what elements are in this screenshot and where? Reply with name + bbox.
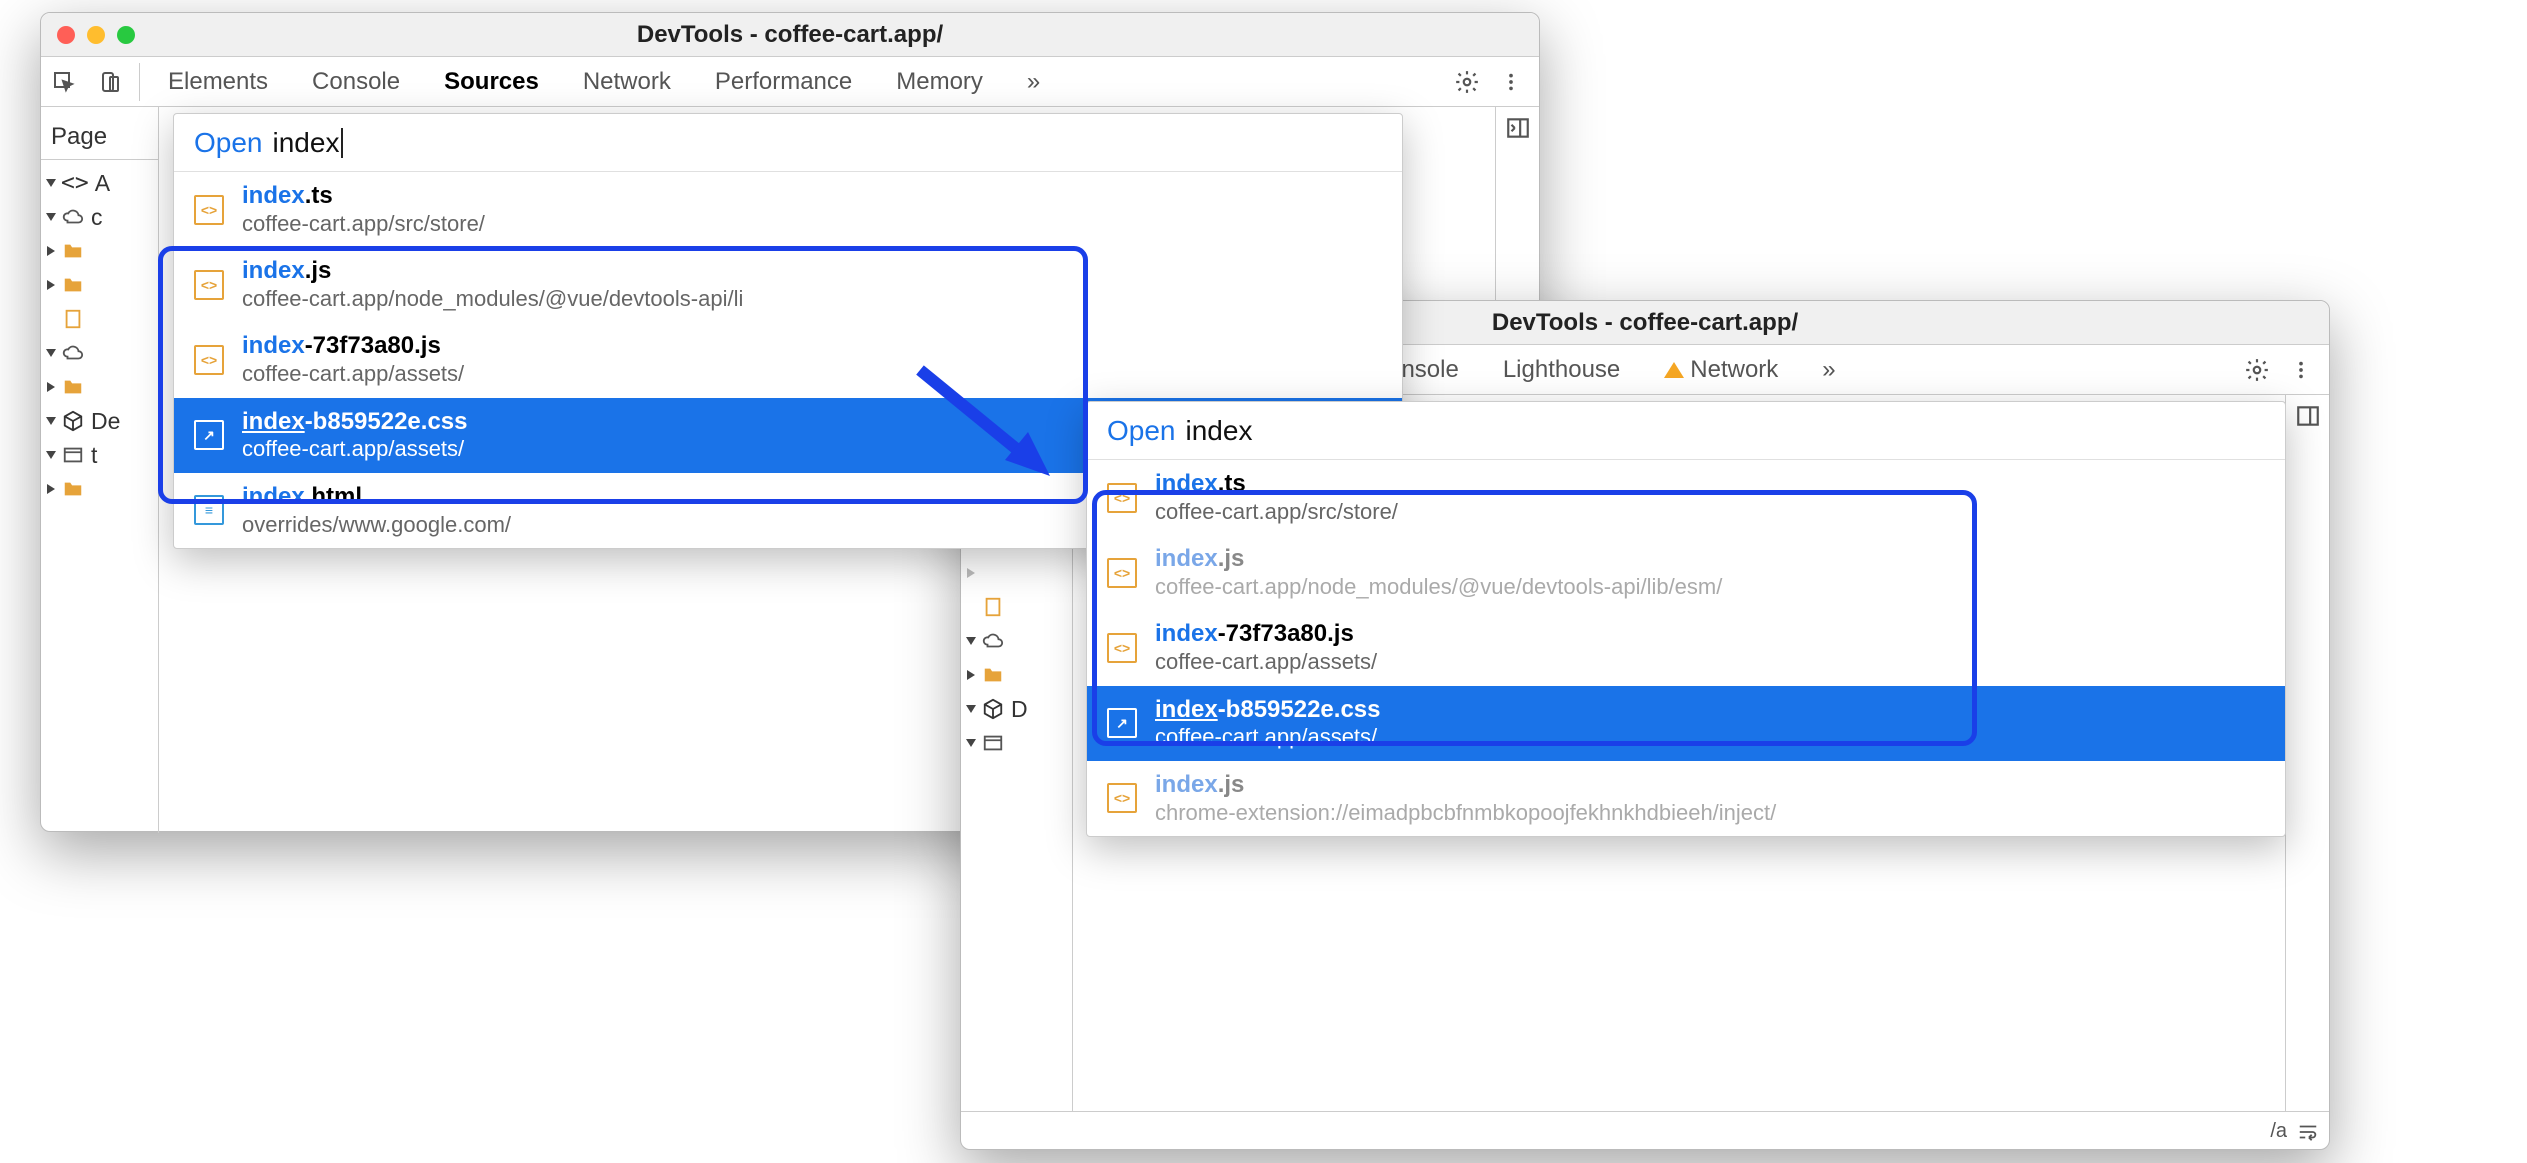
open-query: index bbox=[1186, 415, 1253, 447]
traffic-lights bbox=[57, 26, 135, 44]
tab-console[interactable]: Console bbox=[290, 57, 422, 106]
navigator-sidebar: Page <>A c De t bbox=[41, 107, 159, 833]
open-file-dropdown: Open index <> index.tscoffee-cart.app/sr… bbox=[1086, 401, 2286, 837]
cloud-icon bbox=[61, 342, 85, 364]
tab-lighthouse[interactable]: Lighthouse bbox=[1481, 345, 1642, 394]
folder-icon bbox=[61, 478, 85, 500]
sidebar-page-tab[interactable]: Page bbox=[41, 115, 158, 159]
warning-icon bbox=[1664, 362, 1684, 378]
tab-performance[interactable]: Performance bbox=[693, 57, 874, 106]
arrow-icon bbox=[910, 360, 1070, 497]
tab-network[interactable]: Network bbox=[1642, 345, 1800, 394]
open-file-search[interactable]: Open index bbox=[1087, 402, 2285, 460]
titlebar: DevTools - coffee-cart.app/ bbox=[41, 13, 1539, 57]
stylesheet-icon: ↗ bbox=[1107, 708, 1137, 738]
window-icon bbox=[981, 732, 1005, 754]
open-query: index bbox=[273, 127, 340, 159]
close-icon[interactable] bbox=[57, 26, 75, 44]
script-icon: <> bbox=[194, 195, 224, 225]
folder-icon bbox=[61, 376, 85, 398]
file-result[interactable]: <> index.jschrome-extension://eimadpbcbf… bbox=[1087, 761, 2285, 836]
kebab-icon[interactable] bbox=[1491, 62, 1531, 102]
file-icon bbox=[981, 596, 1005, 618]
script-icon: <> bbox=[1107, 783, 1137, 813]
cloud-icon bbox=[61, 206, 85, 228]
folder-icon bbox=[61, 274, 85, 296]
text-caret bbox=[341, 128, 343, 158]
file-result[interactable]: <> index-73f73a80.jscoffee-cart.app/asse… bbox=[174, 322, 1402, 397]
document-icon: ≡ bbox=[194, 495, 224, 525]
devtools-window-2: DevTools - coffee-cart.app/ Elements Sou… bbox=[960, 300, 2330, 1150]
package-icon bbox=[981, 698, 1005, 720]
right-drawer-toggle[interactable] bbox=[2285, 395, 2329, 1111]
inspect-icon[interactable] bbox=[41, 57, 87, 107]
tab-overflow[interactable]: » bbox=[1800, 345, 1857, 394]
main-toolbar: Elements Console Sources Network Perform… bbox=[41, 57, 1539, 107]
file-tree[interactable]: <>A c De t bbox=[41, 159, 158, 506]
panel-tabs: Elements Console Sources Network Perform… bbox=[146, 57, 1447, 106]
window-title: DevTools - coffee-cart.app/ bbox=[41, 21, 1539, 49]
minimize-icon[interactable] bbox=[87, 26, 105, 44]
open-label: Open bbox=[194, 127, 263, 159]
window-icon bbox=[61, 444, 85, 466]
file-result[interactable]: <> index.jscoffee-cart.app/node_modules/… bbox=[1087, 535, 2285, 610]
script-icon: <> bbox=[194, 345, 224, 375]
file-result[interactable]: <> index-73f73a80.jscoffee-cart.app/asse… bbox=[1087, 610, 2285, 685]
open-file-search[interactable]: Open index bbox=[174, 114, 1402, 172]
tab-memory[interactable]: Memory bbox=[874, 57, 1005, 106]
file-icon bbox=[61, 308, 85, 330]
file-result[interactable]: <> index.tscoffee-cart.app/src/store/ bbox=[174, 172, 1402, 247]
tab-elements[interactable]: Elements bbox=[146, 57, 290, 106]
open-label: Open bbox=[1107, 415, 1176, 447]
script-icon: <> bbox=[1107, 633, 1137, 663]
file-result[interactable]: <> index.jscoffee-cart.app/node_modules/… bbox=[174, 247, 1402, 322]
gear-icon[interactable] bbox=[2237, 350, 2277, 390]
script-icon: <> bbox=[1107, 558, 1137, 588]
kebab-icon[interactable] bbox=[2281, 350, 2321, 390]
stylesheet-icon: ↗ bbox=[194, 420, 224, 450]
tab-sources[interactable]: Sources bbox=[422, 57, 561, 106]
device-toggle-icon[interactable] bbox=[87, 57, 133, 107]
folder-icon bbox=[61, 240, 85, 262]
wrap-icon[interactable] bbox=[2297, 1121, 2319, 1143]
tab-network[interactable]: Network bbox=[561, 57, 693, 106]
file-result[interactable]: <> index.tscoffee-cart.app/src/store/ bbox=[1087, 460, 2285, 535]
status-bar: /a bbox=[961, 1111, 2329, 1151]
script-icon: <> bbox=[194, 270, 224, 300]
zoom-icon[interactable] bbox=[117, 26, 135, 44]
script-icon: <> bbox=[1107, 483, 1137, 513]
file-result-selected[interactable]: ↗ index-b859522e.csscoffee-cart.app/asse… bbox=[1087, 686, 2285, 761]
gear-icon[interactable] bbox=[1447, 62, 1487, 102]
folder-icon bbox=[981, 664, 1005, 686]
package-icon bbox=[61, 410, 85, 432]
tab-overflow[interactable]: » bbox=[1005, 57, 1062, 106]
cloud-icon bbox=[981, 630, 1005, 652]
